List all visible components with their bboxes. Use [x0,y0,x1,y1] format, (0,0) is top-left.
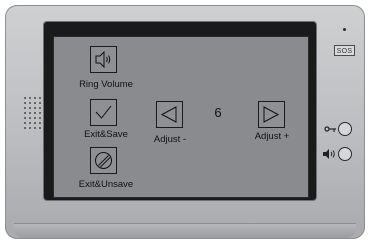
adjust-minus-label: Adjust - [153,134,187,145]
volume-value: 6 [214,105,222,120]
exit-unsave-button[interactable] [90,147,117,174]
adjust-plus-button[interactable] [258,101,285,128]
exit-unsave-label: Exit&Unsave [78,179,134,190]
triangle-right-icon [263,106,280,123]
device-bottom-edge [14,223,356,238]
exit-save-label: Exit&Save [84,129,128,140]
adjust-plus-label: Adjust + [254,131,290,142]
exit-save-button[interactable] [90,99,117,126]
speaker-grille [24,97,42,133]
ring-volume-label: Ring Volume [79,79,133,90]
talk-button[interactable] [338,147,352,161]
adjust-minus-button[interactable] [156,101,183,128]
key-icon [324,126,336,132]
sos-button[interactable]: SOS [334,45,355,56]
cancel-icon [95,152,112,169]
speaker-volume-icon [323,149,335,159]
ring-volume-button[interactable] [90,46,117,73]
triangle-left-icon [160,106,177,123]
checkmark-icon [95,105,112,119]
unlock-button[interactable] [338,122,352,136]
speaker-icon [95,50,111,69]
power-led [343,28,346,31]
